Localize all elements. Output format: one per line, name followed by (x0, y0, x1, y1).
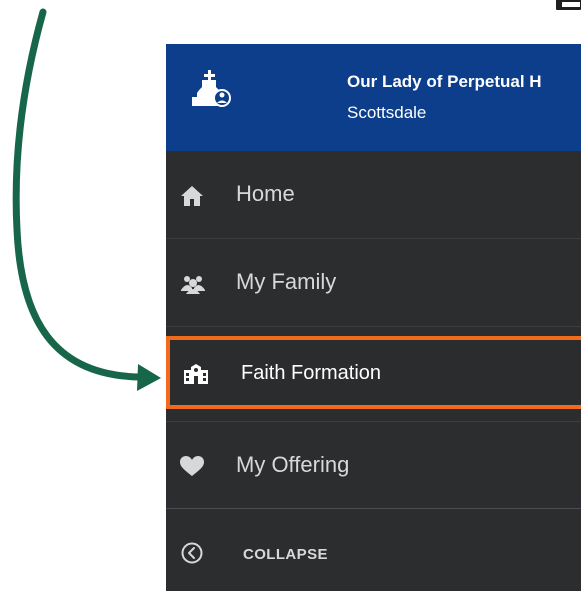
sidebar-item-label: My Family (236, 269, 337, 294)
sidebar-item-label: My Offering (236, 452, 350, 477)
heart-icon (179, 455, 205, 479)
school-icon (182, 362, 208, 386)
sidebar-item-my-family[interactable]: My Family (166, 239, 581, 327)
parish-city: Scottsdale (347, 103, 427, 122)
parish-name: Our Lady of Perpetual H (347, 72, 542, 91)
home-icon (179, 184, 205, 208)
sidebar-item-label: Home (236, 181, 295, 206)
sidebar: Our Lady of Perpetual H Scottsdale Home (166, 44, 581, 591)
screenshot-stage: Our Lady of Perpetual H Scottsdale Home (0, 0, 581, 591)
parish-header: Our Lady of Perpetual H Scottsdale (166, 44, 581, 151)
sidebar-item-faith-formation[interactable]: Faith Formation (166, 336, 581, 409)
users-icon (179, 272, 205, 296)
sidebar-item-label: Faith Formation (241, 362, 382, 384)
sidebar-item-home[interactable]: Home (166, 151, 581, 239)
sidebar-item-my-offering[interactable]: My Offering (166, 421, 581, 509)
collapse-label: COLLAPSE (243, 546, 328, 563)
partial-window-control (556, 0, 581, 10)
church-person-icon (189, 67, 231, 113)
chevron-left-circle-icon (180, 541, 204, 565)
collapse-button[interactable]: COLLAPSE (166, 509, 581, 591)
